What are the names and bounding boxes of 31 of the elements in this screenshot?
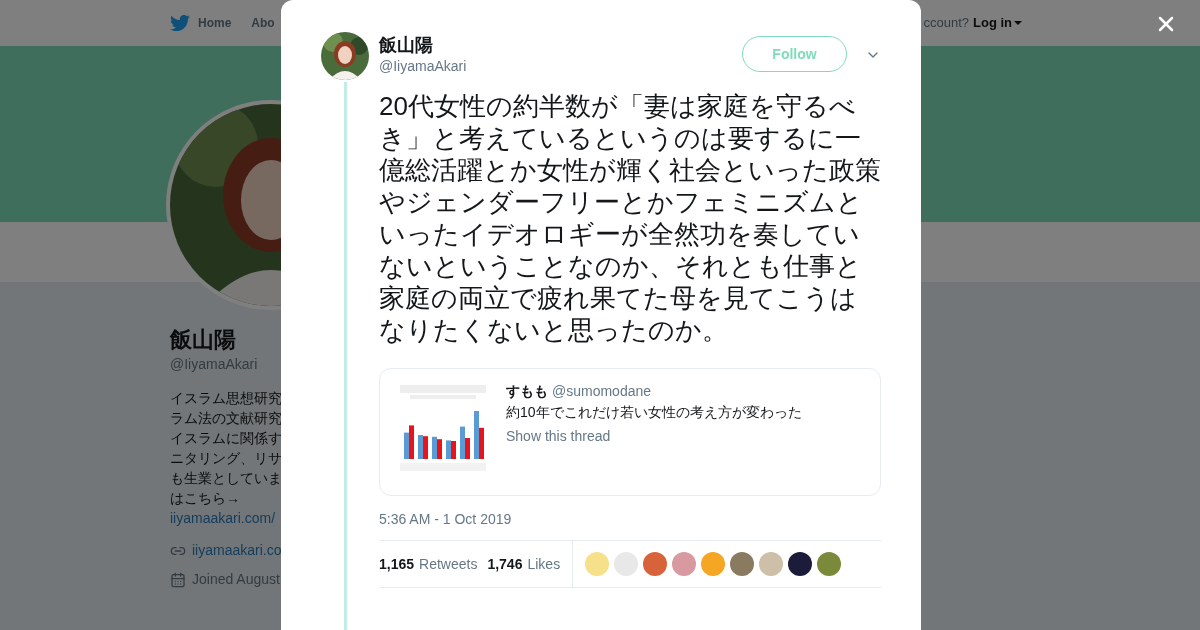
account-prompt: ccount? [923,14,969,33]
author-name: 飯山陽 [379,34,434,56]
author-handle: @IiyamaAkari [379,57,467,76]
profile-name: 飯山陽 [170,326,236,354]
tweet-text: 20代女性の約半数が「妻は家庭を守るべき」と考えているというのは要するに一億総活躍とか女性が輝く社会といった政策やジェンダーフリーとかフェミニズムといったイデオロギーが全然功を奏していないということなのか、それとも仕事と家庭の両立で疲れ果てた母を見てこうはなりたくないと思ったのか。 [379,90,881,346]
bio-line: イスラムに関係す [170,429,282,448]
quoted-author-handle: @sumomodane [552,382,652,401]
bio-line: ニタリング、リサ [170,449,282,468]
quoted-text: 約10年でこれだけ若い女性の考え方が変わった [506,403,802,422]
bio-line: はこちら→ [170,489,240,508]
nav-link[interactable]: Home [170,13,232,33]
bio-line: ラム法の文献研究 [170,409,282,428]
show-thread-link[interactable]: Show this thread [506,425,802,447]
liker-avatar[interactable] [788,552,813,576]
bird-icon [170,13,190,33]
quoted-tweet[interactable]: すもも @sumomodane 約10年でこれだけ若い女性の考え方が変わった Show this thread [379,368,881,496]
bio-line: も生業としていま [170,469,282,488]
author-avatar [321,32,369,80]
website-link[interactable]: iiyamaakari.co [192,540,282,561]
login-button[interactable]: Log in [973,13,1022,33]
nav-link[interactable]: Abo [251,14,275,32]
stat-link[interactable]: 1,746 Likes [487,553,561,575]
bio-link[interactable]: iiyamaakari.com/ [170,508,276,528]
calendar-icon [170,571,186,588]
profile-handle: @IiyamaAkari [170,355,258,374]
stat-link[interactable]: 1,165 Retweets [379,553,478,575]
joined-date: Joined August [192,570,280,589]
bio-line: イスラム思想研究 [170,389,282,408]
tweet-timestamp: 5:36 AM - 1 Oct 2019 [379,510,513,528]
caret-icon [1014,21,1022,25]
quoted-author-name: すもも [506,382,548,401]
